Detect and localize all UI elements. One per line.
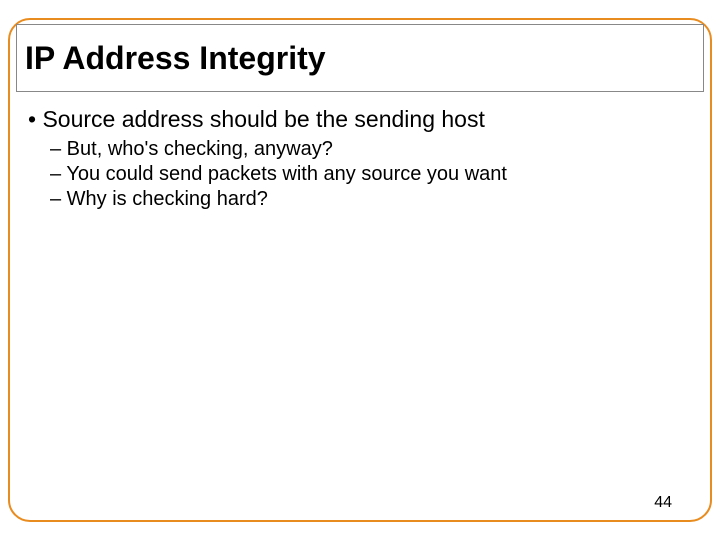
slide-content: • Source address should be the sending h… — [28, 106, 692, 212]
bullet-sub-1: – But, who's checking, anyway? — [50, 137, 692, 162]
bullet-sub-2: – You could send packets with any source… — [50, 162, 692, 187]
slide-frame — [8, 18, 712, 522]
bullet-main: • Source address should be the sending h… — [28, 106, 692, 133]
bullet-sub-3: – Why is checking hard? — [50, 187, 692, 212]
slide-title: IP Address Integrity — [25, 40, 326, 77]
title-container: IP Address Integrity — [16, 24, 704, 92]
page-number: 44 — [654, 494, 672, 512]
